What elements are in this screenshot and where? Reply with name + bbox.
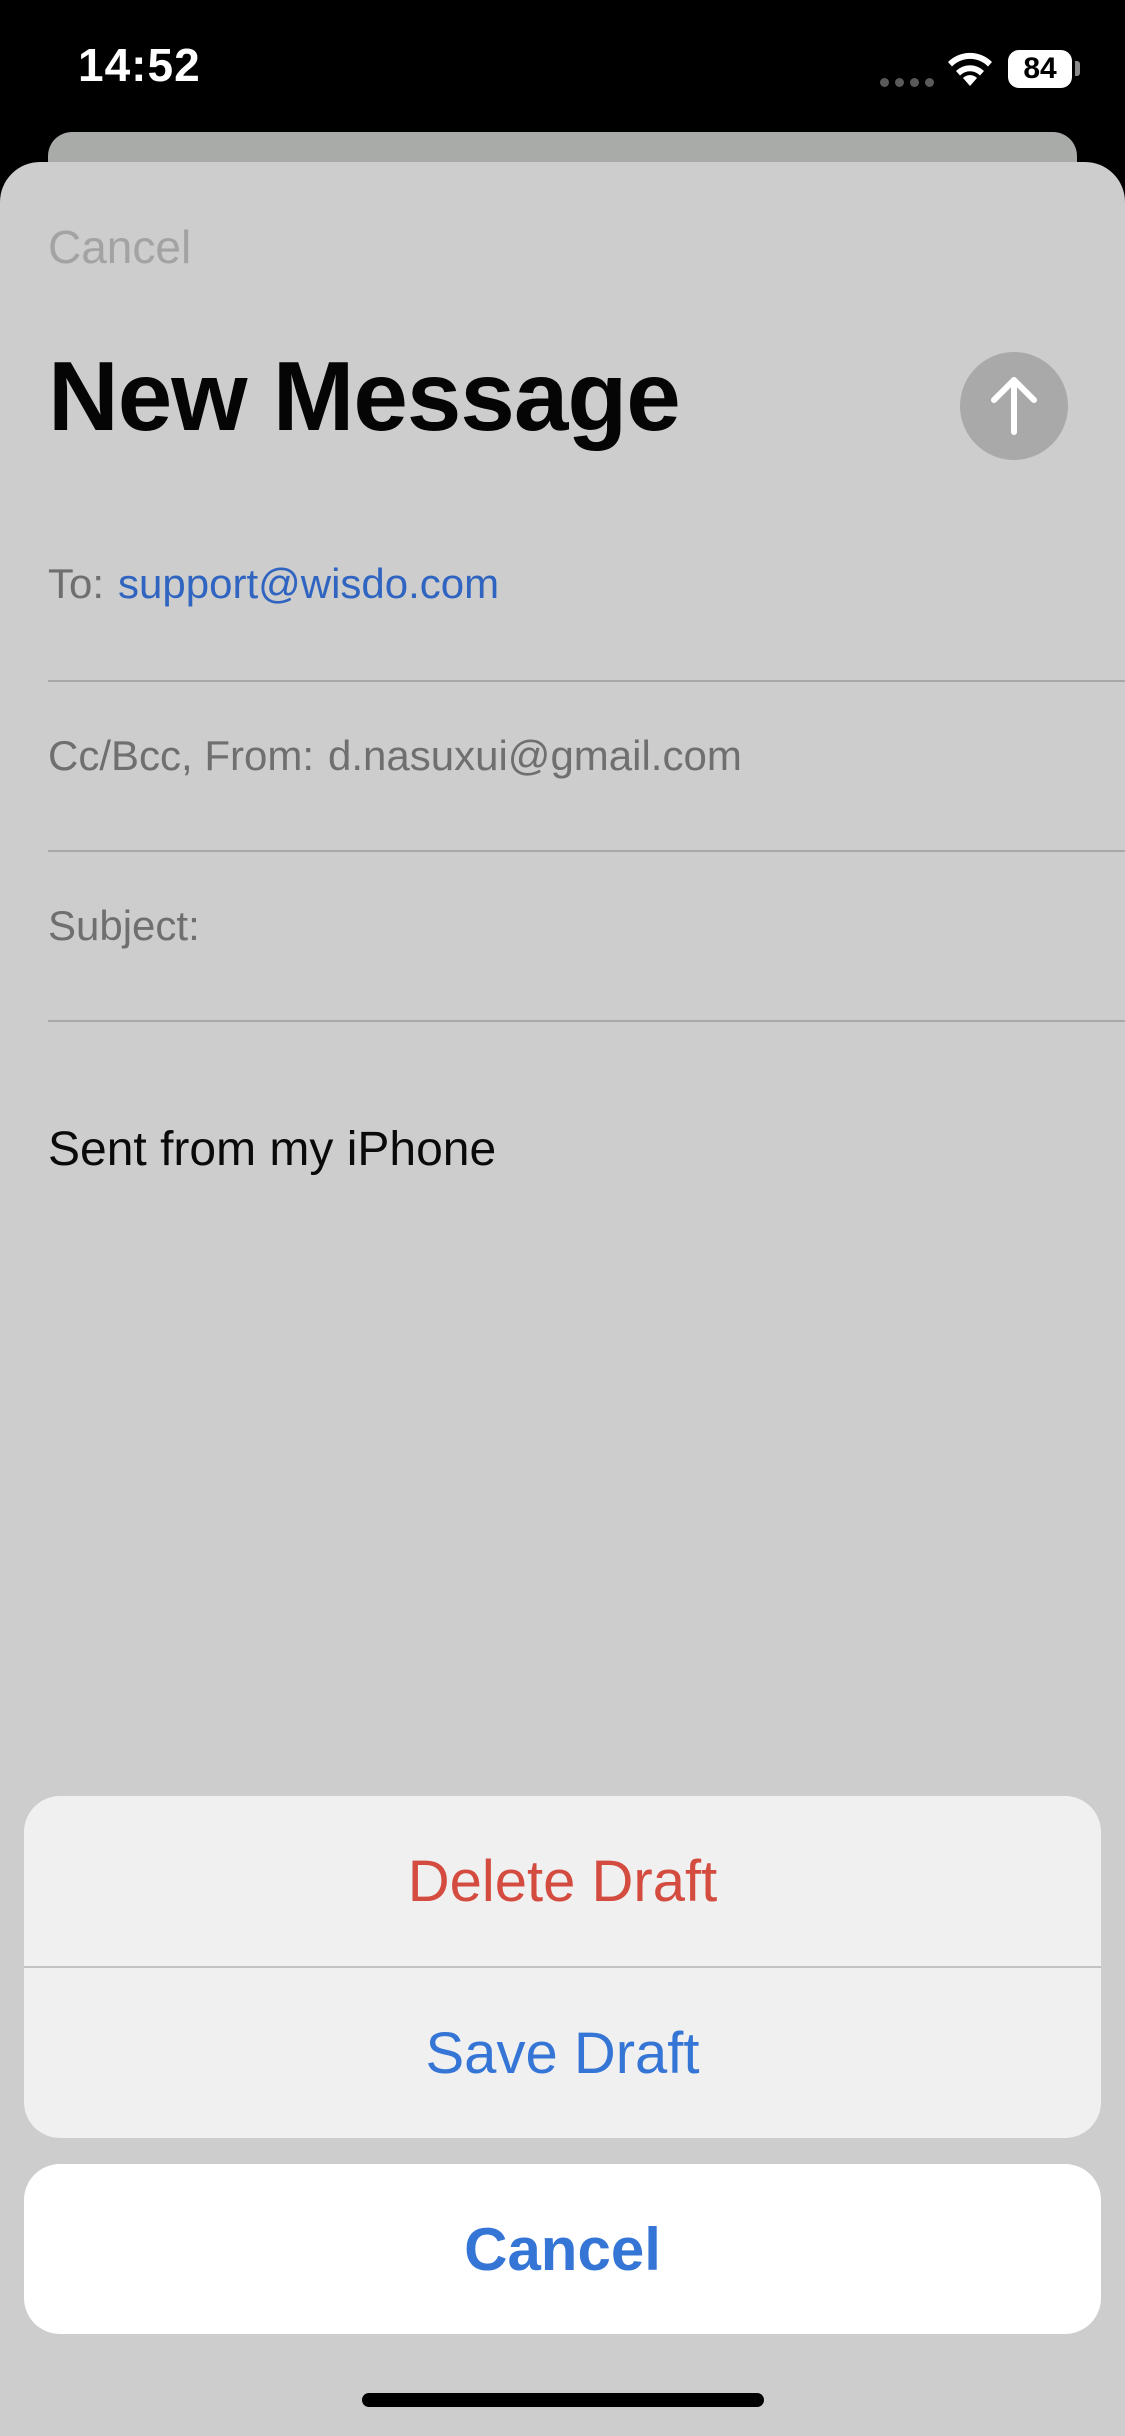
divider: [48, 680, 1125, 682]
no-signal-dots-icon: [880, 78, 934, 87]
wifi-icon: [948, 52, 992, 86]
ccbcc-from-label: Cc/Bcc, From:: [48, 732, 315, 779]
action-sheet-group: Delete Draft Save Draft: [24, 1796, 1101, 2138]
divider: [48, 1020, 1125, 1022]
home-indicator[interactable]: [362, 2393, 764, 2407]
send-button[interactable]: [960, 352, 1068, 460]
status-time: 14:52: [78, 39, 201, 91]
status-bar: 14:52 84: [0, 0, 1125, 140]
compose-cancel-button[interactable]: Cancel: [48, 220, 191, 274]
to-field[interactable]: To: support@wisdo.com: [48, 560, 1125, 660]
delete-draft-button[interactable]: Delete Draft: [24, 1796, 1101, 1966]
to-label: To:: [48, 560, 105, 607]
subject-label: Subject:: [48, 902, 200, 949]
divider: [48, 850, 1125, 852]
battery-indicator: 84: [1008, 50, 1072, 88]
to-recipient[interactable]: support@wisdo.com: [118, 560, 499, 608]
arrow-up-icon: [991, 377, 1037, 435]
page-title: New Message: [48, 341, 681, 451]
battery-cap: [1075, 61, 1080, 76]
save-draft-button[interactable]: Save Draft: [24, 1968, 1101, 2138]
ccbcc-from-field[interactable]: Cc/Bcc, From: d.nasuxui@gmail.com: [48, 732, 1125, 832]
message-body[interactable]: Sent from my iPhone: [48, 1122, 496, 1177]
subject-field[interactable]: Subject:: [48, 902, 1125, 1002]
from-value[interactable]: d.nasuxui@gmail.com: [328, 732, 742, 780]
action-sheet-cancel-button[interactable]: Cancel: [24, 2164, 1101, 2334]
